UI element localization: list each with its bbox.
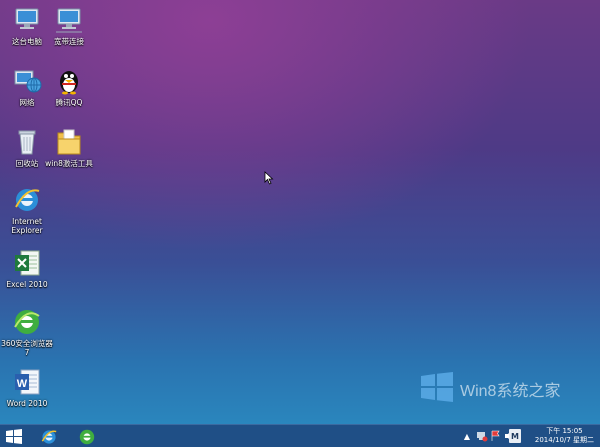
internet-explorer-icon [12, 185, 42, 215]
desktop-icon-label: 360安全浏览器7 [1, 339, 53, 357]
windows-logo-icon [6, 429, 22, 444]
desktop-icon-360-browser[interactable]: 360安全浏览器7 [0, 307, 54, 357]
desktop-icon-label: 宽带连接 [54, 37, 84, 46]
desktop-icon-broadband[interactable]: 宽带连接 [42, 5, 96, 46]
desktop-icon-qq[interactable]: 腾讯QQ [42, 66, 96, 107]
computer-icon [12, 5, 42, 35]
tray-expand-button[interactable]: ▲ [462, 429, 472, 443]
desktop-icon-label: Excel 2010 [6, 280, 48, 289]
network-warning-icon [477, 432, 488, 442]
taskbar-360-browser[interactable] [76, 427, 98, 446]
desktop-icon-word-2010[interactable]: W Word 2010 [0, 367, 54, 408]
internet-explorer-icon [41, 429, 57, 444]
360-browser-icon [12, 307, 42, 337]
desktop-icon-win8-activator[interactable]: win8激活工具 [42, 127, 96, 168]
broadband-connection-icon [54, 5, 84, 35]
windows-logo-icon [420, 372, 454, 406]
chevron-up-icon: ▲ [463, 431, 471, 441]
tray-security[interactable] [490, 429, 502, 443]
start-button[interactable] [3, 427, 25, 446]
desktop-icon-label: win8激活工具 [45, 159, 93, 168]
desktop-icon-internet-explorer[interactable]: Internet Explorer [0, 185, 54, 235]
network-globe-icon [12, 66, 42, 96]
taskbar-internet-explorer[interactable] [38, 427, 60, 446]
input-method-label: M [511, 431, 519, 441]
watermark-text: Win8系统之家 [460, 383, 561, 400]
word-icon: W [12, 367, 42, 397]
qq-penguin-icon [54, 66, 84, 96]
svg-text:W: W [17, 378, 28, 390]
shield-flag-icon [491, 430, 500, 441]
watermark: Win8系统之家 [420, 372, 560, 406]
folder-icon [54, 127, 84, 157]
clock-date: 2014/10/7 星期二 [534, 436, 594, 444]
desktop-icon-label: Word 2010 [6, 399, 48, 408]
desktop-icon-label: 腾讯QQ [55, 98, 83, 107]
taskbar-clock[interactable]: 下午 15:05 2014/10/7 星期二 [535, 427, 594, 445]
desktop-icon-excel-2010[interactable]: Excel 2010 [0, 248, 54, 289]
taskbar: ▲ M 下午 15:05 2014/10/7 星期二 [0, 424, 600, 447]
recycle-bin-icon [12, 127, 42, 157]
excel-icon [12, 248, 42, 278]
360-browser-icon [79, 429, 95, 444]
input-method-indicator[interactable]: M [509, 429, 521, 443]
desktop-icon-label: Internet Explorer [11, 217, 43, 235]
desktop: 这台电脑 网络 回收站 Internet Explorer Excel 2010… [0, 0, 600, 424]
tray-network-status[interactable] [476, 429, 488, 443]
clock-time: 下午 15:05 [546, 427, 583, 435]
